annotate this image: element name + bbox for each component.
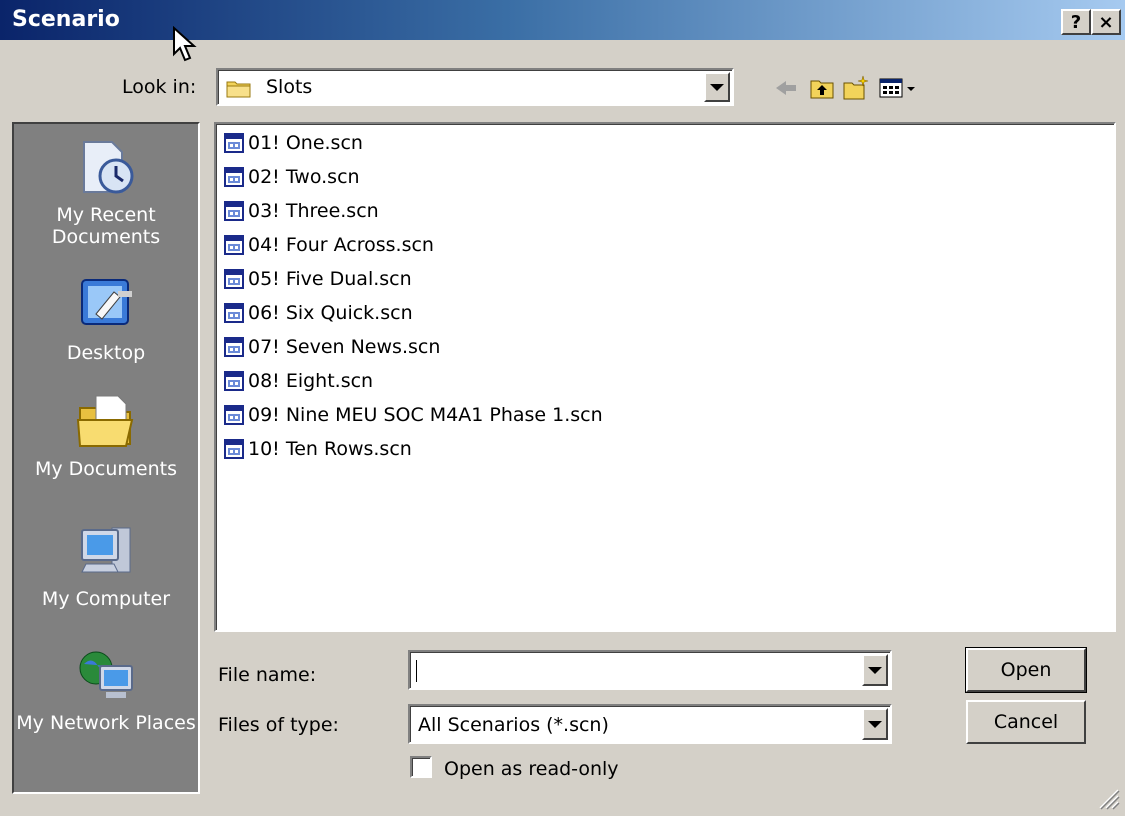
file-name-arrow-button[interactable] <box>862 654 888 686</box>
scenario-file-icon <box>224 337 244 357</box>
file-list-item[interactable]: 04! Four Across.scn <box>224 230 434 260</box>
scenario-file-icon <box>224 371 244 391</box>
file-list-item[interactable]: 08! Eight.scn <box>224 366 373 396</box>
file-list-item[interactable]: 01! One.scn <box>224 128 363 158</box>
cancel-button[interactable]: Cancel <box>966 700 1086 744</box>
my-documents-icon <box>76 395 134 447</box>
scenario-file-icon <box>224 201 244 221</box>
file-list-item[interactable]: 02! Two.scn <box>224 162 360 192</box>
look-in-value: Slots <box>266 76 313 98</box>
network-places-icon <box>79 651 133 698</box>
window-title: Scenario <box>12 7 120 32</box>
file-name-text: 04! Four Across.scn <box>248 234 434 256</box>
file-name-input[interactable] <box>418 656 842 686</box>
place-label-network: My Network Places <box>16 712 196 734</box>
place-label-recent: My Recent Documents <box>51 204 161 248</box>
mouse-pointer-icon <box>173 26 197 62</box>
text-cursor <box>416 660 417 682</box>
file-name-text: 05! Five Dual.scn <box>248 268 412 290</box>
look-in-arrow-button[interactable] <box>704 72 730 102</box>
file-name-text: 10! Ten Rows.scn <box>248 438 412 460</box>
file-name-text: 03! Three.scn <box>248 200 379 222</box>
place-desktop[interactable]: Desktop <box>14 274 198 364</box>
file-list-item[interactable]: 05! Five Dual.scn <box>224 264 412 294</box>
recent-documents-icon <box>83 141 134 194</box>
scenario-file-icon <box>224 167 244 187</box>
places-bar: My Recent Documents Desktop My Documents… <box>12 122 200 794</box>
scenario-file-icon <box>224 439 244 459</box>
file-name-label: File name: <box>218 664 317 686</box>
file-list-item[interactable]: 10! Ten Rows.scn <box>224 434 412 464</box>
place-my-documents[interactable]: My Documents <box>14 390 198 480</box>
file-type-label: Files of type: <box>218 714 339 736</box>
readonly-checkbox[interactable] <box>410 756 432 778</box>
folder-icon <box>226 81 251 98</box>
up-folder-icon[interactable] <box>808 74 836 102</box>
file-name-text: 01! One.scn <box>248 132 363 154</box>
scenario-file-icon <box>224 405 244 425</box>
look-in-label: Look in: <box>122 76 197 98</box>
file-name-text: 02! Two.scn <box>248 166 360 188</box>
file-list-item[interactable]: 07! Seven News.scn <box>224 332 440 362</box>
scenario-file-icon <box>224 269 244 289</box>
new-folder-icon[interactable] <box>842 74 870 102</box>
scenario-file-icon <box>224 133 244 153</box>
file-list-item[interactable]: 06! Six Quick.scn <box>224 298 413 328</box>
file-name-text: 07! Seven News.scn <box>248 336 441 358</box>
my-computer-icon <box>81 527 131 573</box>
resize-grip-icon[interactable] <box>1096 786 1120 810</box>
readonly-label[interactable]: Open as read-only <box>444 758 619 780</box>
place-label-my-documents: My Documents <box>34 458 177 480</box>
file-type-select[interactable]: All Scenarios (*.scn) <box>408 704 892 744</box>
place-my-network[interactable]: My Network Places <box>14 644 198 734</box>
title-bar[interactable]: Scenario ? × <box>0 0 1125 40</box>
file-list[interactable]: 01! One.scn 02! Two.scn 03! Three.scn 04! F… <box>214 122 1116 632</box>
look-in-dropdown[interactable]: Slots <box>216 68 734 106</box>
place-label-my-computer: My Computer <box>41 588 171 610</box>
file-type-arrow-button[interactable] <box>862 708 888 740</box>
view-menu-icon[interactable] <box>878 74 918 102</box>
scenario-file-icon <box>224 235 244 255</box>
file-list-item[interactable]: 03! Three.scn <box>224 196 379 226</box>
close-button[interactable]: × <box>1091 9 1121 35</box>
scenario-file-icon <box>224 303 244 323</box>
place-label-desktop: Desktop <box>66 342 146 364</box>
file-name-text: 06! Six Quick.scn <box>248 302 413 324</box>
place-my-computer[interactable]: My Computer <box>14 520 198 610</box>
help-button[interactable]: ? <box>1061 9 1091 35</box>
file-name-text: 08! Eight.scn <box>248 370 374 392</box>
open-button[interactable]: Open <box>965 647 1087 693</box>
file-list-item[interactable]: 09! Nine MEU SOC M4A1 Phase 1.scn <box>224 400 603 430</box>
place-recent-documents[interactable]: My Recent Documents <box>14 136 198 248</box>
file-name-combobox[interactable] <box>408 650 892 690</box>
file-name-text: 09! Nine MEU SOC M4A1 Phase 1.scn <box>248 404 603 426</box>
file-type-value: All Scenarios (*.scn) <box>418 714 609 736</box>
desktop-icon <box>81 279 132 325</box>
back-arrow-icon[interactable] <box>772 74 800 102</box>
